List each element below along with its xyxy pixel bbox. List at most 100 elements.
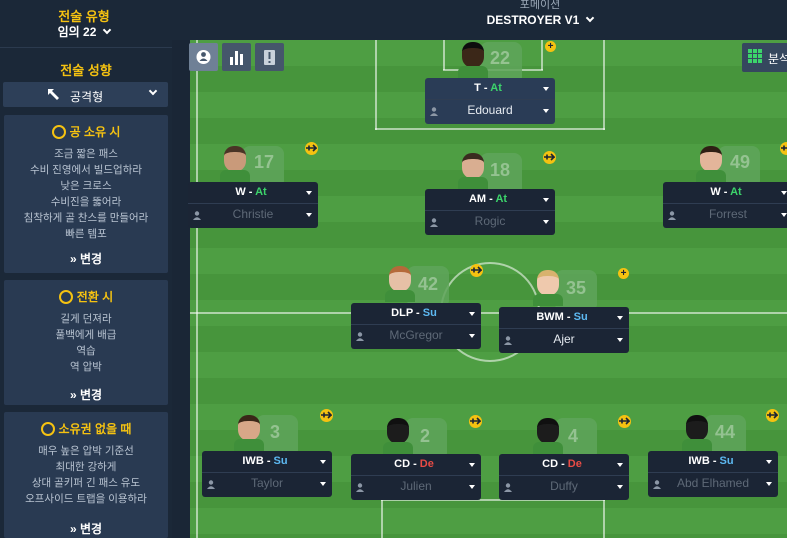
caret-down-icon[interactable]	[543, 220, 549, 224]
player-card-dlp[interactable]: DLP - Su McGregor	[351, 303, 481, 349]
plus-icon[interactable]: +	[618, 268, 629, 279]
role-selector[interactable]: CD - De	[351, 458, 477, 470]
plane-icon[interactable]	[618, 415, 631, 428]
player-card-iwbr[interactable]: IWB - Su Abd Elhamed	[648, 451, 778, 497]
caret-down-icon[interactable]	[781, 191, 787, 195]
role-separator: -	[245, 186, 256, 198]
stats-view-button[interactable]	[222, 43, 251, 71]
in-transition-change-button[interactable]: » 변경	[4, 386, 168, 403]
player-card-wr[interactable]: W - At Forrest	[663, 182, 787, 228]
player-card-wl[interactable]: W - At Christie	[188, 182, 318, 228]
player-name: Abd Elhamed	[676, 476, 750, 490]
role-separator: -	[263, 455, 274, 467]
role-selector[interactable]: BWM - Su	[499, 311, 625, 323]
formation-dropdown[interactable]: DESTROYER V1	[430, 13, 650, 27]
avatar-shirt	[385, 290, 415, 302]
in-possession-change-button[interactable]: » 변경	[4, 250, 168, 267]
player-name-selector[interactable]: McGregor	[351, 328, 481, 342]
caret-down-icon[interactable]	[469, 334, 475, 338]
caret-down-icon[interactable]	[543, 109, 549, 113]
jersey-number: 17	[254, 152, 275, 172]
instruction-item: 낮은 크로스	[60, 180, 112, 192]
tactics-screen: 전술 유형 임의 22 포메이션 DESTROYER V1 전술 성향 공격형 …	[0, 0, 787, 538]
player-card-st[interactable]: T - At Edouard	[425, 78, 555, 124]
ball-icon	[51, 125, 66, 139]
caret-down-icon[interactable]	[617, 463, 623, 467]
player-avatar[interactable]	[696, 144, 726, 182]
player-name-selector[interactable]: Forrest	[663, 207, 787, 221]
caret-down-icon[interactable]	[766, 460, 772, 464]
caret-down-icon[interactable]	[766, 482, 772, 486]
player-name: Taylor	[250, 476, 283, 490]
player-name-selector[interactable]: Taylor	[202, 476, 332, 490]
player-name-selector[interactable]: Duffy	[499, 479, 629, 493]
role-selector[interactable]: T - At	[425, 82, 551, 94]
divider	[499, 328, 629, 329]
duty-label: De	[567, 458, 582, 470]
caret-down-icon[interactable]	[320, 460, 326, 464]
instruction-item: 매우 높은 압박 기준선	[38, 445, 134, 457]
grid-icon	[748, 49, 762, 63]
caret-down-icon[interactable]	[543, 198, 549, 202]
plane-glyph	[767, 411, 778, 419]
caret-down-icon[interactable]	[617, 485, 623, 489]
caret-down-icon[interactable]	[469, 485, 475, 489]
caret-down-icon[interactable]	[543, 87, 549, 91]
player-avatar[interactable]	[458, 151, 488, 189]
player-card-bwm[interactable]: BWM - Su Ajer	[499, 307, 629, 353]
player-avatar[interactable]	[220, 144, 250, 182]
player-name-selector[interactable]: Rogic	[425, 214, 555, 228]
caret-down-icon[interactable]	[469, 463, 475, 467]
player-card-iwbl[interactable]: IWB - Su Taylor	[202, 451, 332, 497]
caret-down-icon[interactable]	[306, 213, 312, 217]
caret-down-icon[interactable]	[320, 482, 326, 486]
player-name-selector[interactable]: Edouard	[425, 103, 555, 117]
role-selector[interactable]: CD - De	[499, 458, 625, 470]
player-avatar[interactable]	[533, 268, 563, 306]
mentality-label: 전술 성향	[60, 63, 112, 78]
player-card-cdr[interactable]: CD - De Duffy	[499, 454, 629, 500]
plane-icon[interactable]	[305, 142, 318, 155]
player-name: Christie	[232, 207, 274, 221]
out-of-possession-change-button[interactable]: » 변경	[4, 520, 168, 537]
player-name-selector[interactable]: Julien	[351, 479, 481, 493]
plane-icon[interactable]	[320, 409, 333, 422]
analysis-button[interactable]: 분석	[742, 43, 787, 72]
player-view-button[interactable]	[189, 43, 218, 71]
role-selector[interactable]: AM - At	[425, 193, 551, 205]
player-avatar[interactable]	[458, 40, 488, 78]
role-selector[interactable]: IWB - Su	[202, 455, 328, 467]
caret-down-icon[interactable]	[617, 338, 623, 342]
player-card-cdl[interactable]: CD - De Julien	[351, 454, 481, 500]
player-avatar[interactable]	[385, 264, 415, 302]
role-selector[interactable]: IWB - Su	[648, 455, 774, 467]
player-avatar[interactable]	[383, 416, 413, 454]
plane-icon[interactable]	[470, 264, 483, 277]
plane-icon[interactable]	[780, 142, 787, 155]
tactic-style-dropdown[interactable]: 임의 22	[0, 23, 168, 40]
caret-down-icon[interactable]	[469, 312, 475, 316]
player-avatar[interactable]	[533, 416, 563, 454]
instruction-item: 역 압박	[70, 361, 102, 373]
role-selector[interactable]: W - At	[663, 186, 787, 198]
instructions-view-button[interactable]	[255, 43, 284, 71]
plus-icon[interactable]: +	[545, 41, 556, 52]
plane-icon[interactable]	[469, 415, 482, 428]
mentality-value: 공격형	[70, 90, 104, 104]
role-selector[interactable]: W - At	[188, 186, 314, 198]
role-selector[interactable]: DLP - Su	[351, 307, 477, 319]
avatar-shirt	[234, 439, 264, 451]
caret-down-icon[interactable]	[781, 213, 787, 217]
player-card-am[interactable]: AM - At Rogic	[425, 189, 555, 235]
plane-icon[interactable]	[543, 151, 556, 164]
player-avatar[interactable]	[234, 413, 264, 451]
player-avatar[interactable]	[682, 413, 712, 451]
player-name-selector[interactable]: Abd Elhamed	[648, 476, 778, 490]
mentality-dropdown[interactable]: 공격형	[3, 82, 168, 107]
plane-icon[interactable]	[766, 409, 779, 422]
caret-down-icon[interactable]	[617, 316, 623, 320]
avatar-shirt	[458, 177, 488, 189]
player-name-selector[interactable]: Ajer	[499, 332, 629, 346]
caret-down-icon[interactable]	[306, 191, 312, 195]
player-name-selector[interactable]: Christie	[188, 207, 318, 221]
